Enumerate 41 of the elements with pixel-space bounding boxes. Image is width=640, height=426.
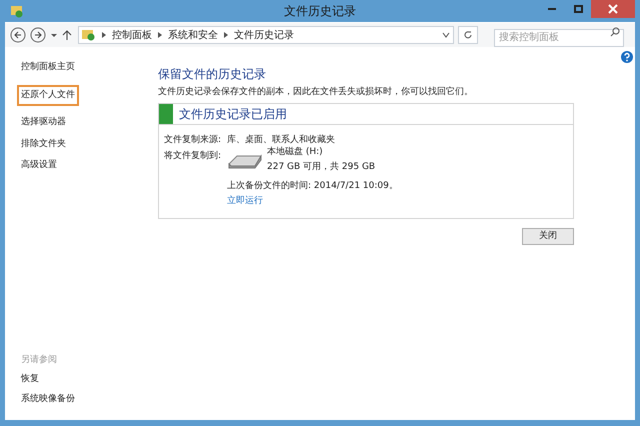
folder-icon xyxy=(10,4,24,18)
refresh-button[interactable] xyxy=(458,26,478,44)
breadcrumb[interactable]: 系统和安全 xyxy=(168,28,218,42)
help-icon[interactable] xyxy=(621,51,633,63)
field-label: 将文件复制到: xyxy=(164,150,222,163)
address-bar[interactable]: 控制面板 系统和安全 文件历史记录 xyxy=(78,26,454,44)
close-icon xyxy=(608,4,618,14)
see-also-heading: 另请参阅 xyxy=(21,354,58,366)
sidebar-link[interactable]: 控制面板主页 xyxy=(21,59,75,76)
breadcrumb[interactable]: 文件历史记录 xyxy=(234,28,294,42)
section-heading: 保留文件的历史记录 xyxy=(158,66,267,83)
search-field[interactable]: 搜索控制面板 xyxy=(494,28,624,46)
see-also-link[interactable]: 系统映像备份 xyxy=(21,392,75,406)
sidebar-link[interactable]: 还原个人文件 xyxy=(17,84,79,106)
sidebar-link[interactable]: 高级设置 xyxy=(21,157,57,174)
refresh-icon xyxy=(463,30,473,40)
field-value: 库、桌面、联系人和收藏夹 xyxy=(227,134,335,146)
back-icon[interactable] xyxy=(10,27,26,43)
field-label: 文件复制来源: xyxy=(164,134,222,146)
chevron-icon xyxy=(224,32,228,38)
up-arrow-icon[interactable] xyxy=(62,29,72,41)
dropdown-icon[interactable] xyxy=(442,31,450,39)
drive-name: 本地磁盘 (H:) xyxy=(267,146,324,158)
see-also-link[interactable]: 恢复 xyxy=(21,373,39,386)
search-icon xyxy=(610,27,620,37)
breadcrumb[interactable]: 控制面板 xyxy=(112,28,152,42)
run-now-link[interactable]: 立即运行 xyxy=(227,194,263,208)
chevron-icon xyxy=(158,32,162,38)
status-title: 文件历史记录已启用 xyxy=(179,106,287,122)
sidebar-link[interactable]: 选择驱动器 xyxy=(21,114,66,132)
window-title: 文件历史记录 xyxy=(284,3,356,20)
forward-icon[interactable] xyxy=(30,27,46,43)
close-button[interactable] xyxy=(591,0,635,18)
chevron-icon xyxy=(102,32,106,38)
drive-space: 227 GB 可用，共 295 GB xyxy=(267,161,376,174)
description-text: 文件历史记录会保存文件的副本，因此在文件丢失或损坏时，你可以找回它们。 xyxy=(158,86,474,99)
last-backup-text: 上次备份文件的时间: 2014/7/21 10:09。 xyxy=(227,180,398,193)
dropdown-icon[interactable] xyxy=(50,31,58,39)
folder-icon xyxy=(82,29,96,41)
close-button[interactable]: 关闭 xyxy=(522,228,574,245)
sidebar-link[interactable]: 排除文件夹 xyxy=(21,136,66,153)
